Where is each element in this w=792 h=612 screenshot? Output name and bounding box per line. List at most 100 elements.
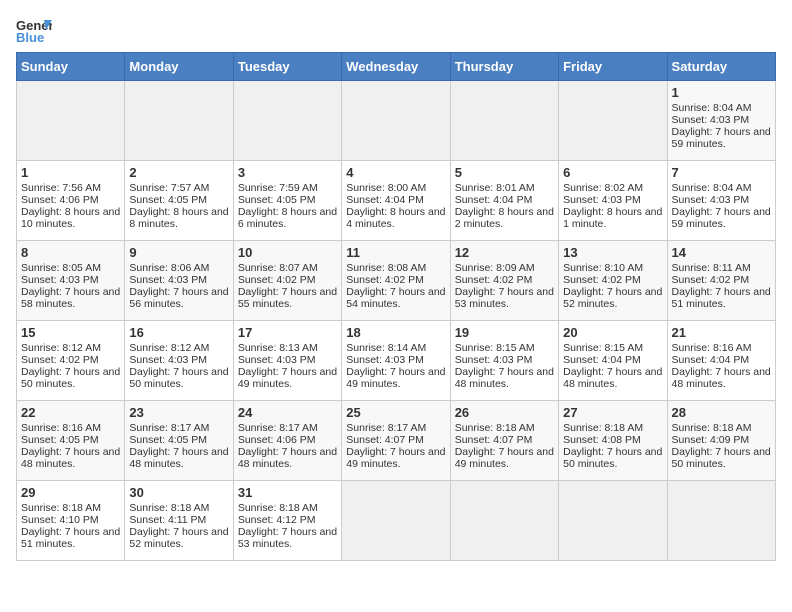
sunrise-text: Sunrise: 8:15 AM	[563, 342, 662, 354]
sunrise-text: Sunrise: 8:17 AM	[129, 422, 228, 434]
calendar-day-cell: 18Sunrise: 8:14 AMSunset: 4:03 PMDayligh…	[342, 321, 450, 401]
day-number: 1	[672, 85, 771, 100]
sunrise-text: Sunrise: 8:17 AM	[238, 422, 337, 434]
day-number: 12	[455, 245, 554, 260]
day-of-week-header: Wednesday	[342, 53, 450, 81]
daylight-text: Daylight: 8 hours and 4 minutes.	[346, 206, 445, 230]
calendar-day-cell: 26Sunrise: 8:18 AMSunset: 4:07 PMDayligh…	[450, 401, 558, 481]
day-of-week-header: Saturday	[667, 53, 775, 81]
sunrise-text: Sunrise: 8:11 AM	[672, 262, 771, 274]
sunset-text: Sunset: 4:10 PM	[21, 514, 120, 526]
calendar-day-cell: 3Sunrise: 7:59 AMSunset: 4:05 PMDaylight…	[233, 161, 341, 241]
calendar-body: 1Sunrise: 8:04 AMSunset: 4:03 PMDaylight…	[17, 81, 776, 561]
sunrise-text: Sunrise: 8:15 AM	[455, 342, 554, 354]
day-number: 2	[129, 165, 228, 180]
calendar-day-cell: 1Sunrise: 7:56 AMSunset: 4:06 PMDaylight…	[17, 161, 125, 241]
sunrise-text: Sunrise: 8:08 AM	[346, 262, 445, 274]
calendar-day-cell: 21Sunrise: 8:16 AMSunset: 4:04 PMDayligh…	[667, 321, 775, 401]
calendar-day-cell: 19Sunrise: 8:15 AMSunset: 4:03 PMDayligh…	[450, 321, 558, 401]
calendar-day-cell: 5Sunrise: 8:01 AMSunset: 4:04 PMDaylight…	[450, 161, 558, 241]
calendar-day-cell: 6 Sunrise: 8:02 AMSunset: 4:03 PMDaylight…	[559, 161, 667, 241]
sunset-text: Sunset: 4:05 PM	[129, 194, 228, 206]
calendar-day-cell: 29Sunrise: 8:18 AMSunset: 4:10 PMDayligh…	[17, 481, 125, 561]
day-number: 21	[672, 325, 771, 340]
sunset-text: Sunset: 4:03 PM	[563, 194, 662, 206]
sunset-text: Sunset: 4:04 PM	[455, 194, 554, 206]
calendar-week-row: 1Sunrise: 8:04 AMSunset: 4:03 PMDaylight…	[17, 81, 776, 161]
calendar-table: SundayMondayTuesdayWednesdayThursdayFrid…	[16, 52, 776, 561]
sunrise-text: Sunrise: 8:13 AM	[238, 342, 337, 354]
sunset-text: Sunset: 4:02 PM	[563, 274, 662, 286]
calendar-day-cell: 11Sunrise: 8:08 AMSunset: 4:02 PMDayligh…	[342, 241, 450, 321]
daylight-text: Daylight: 8 hours and 8 minutes.	[129, 206, 228, 230]
calendar-day-cell: 20Sunrise: 8:15 AMSunset: 4:04 PMDayligh…	[559, 321, 667, 401]
sunrise-text: Sunrise: 8:17 AM	[346, 422, 445, 434]
calendar-day-cell	[233, 81, 341, 161]
sunset-text: Sunset: 4:02 PM	[346, 274, 445, 286]
sunset-text: Sunset: 4:03 PM	[672, 194, 771, 206]
daylight-text: Daylight: 8 hours and 1 minute.	[563, 206, 662, 230]
sunrise-text: Sunrise: 8:12 AM	[21, 342, 120, 354]
daylight-text: Daylight: 7 hours and 48 minutes.	[129, 446, 228, 470]
sunrise-text: Sunrise: 8:04 AM	[672, 182, 771, 194]
calendar-day-cell: 25Sunrise: 8:17 AMSunset: 4:07 PMDayligh…	[342, 401, 450, 481]
sunrise-text: Sunrise: 8:06 AM	[129, 262, 228, 274]
calendar-day-cell: 9 Sunrise: 8:06 AMSunset: 4:03 PMDaylight…	[125, 241, 233, 321]
sunset-text: Sunset: 4:03 PM	[238, 354, 337, 366]
sunset-text: Sunset: 4:02 PM	[21, 354, 120, 366]
day-number: 1	[21, 165, 120, 180]
day-of-week-header: Friday	[559, 53, 667, 81]
calendar-day-cell	[342, 481, 450, 561]
sunrise-text: Sunrise: 8:02 AM	[563, 182, 662, 194]
calendar-day-cell: 2Sunrise: 7:57 AMSunset: 4:05 PMDaylight…	[125, 161, 233, 241]
sunset-text: Sunset: 4:03 PM	[455, 354, 554, 366]
calendar-day-cell: 7Sunrise: 8:04 AMSunset: 4:03 PMDaylight…	[667, 161, 775, 241]
calendar-day-cell	[559, 481, 667, 561]
day-number: 15	[21, 325, 120, 340]
sunset-text: Sunset: 4:02 PM	[455, 274, 554, 286]
calendar-week-row: 29Sunrise: 8:18 AMSunset: 4:10 PMDayligh…	[17, 481, 776, 561]
sunrise-text: Sunrise: 8:09 AM	[455, 262, 554, 274]
calendar-day-cell: 27Sunrise: 8:18 AMSunset: 4:08 PMDayligh…	[559, 401, 667, 481]
sunrise-text: Sunrise: 8:18 AM	[672, 422, 771, 434]
calendar-day-cell	[125, 81, 233, 161]
calendar-day-cell	[450, 481, 558, 561]
sunrise-text: Sunrise: 8:00 AM	[346, 182, 445, 194]
sunset-text: Sunset: 4:02 PM	[238, 274, 337, 286]
calendar-header-row: SundayMondayTuesdayWednesdayThursdayFrid…	[17, 53, 776, 81]
day-number: 4	[346, 165, 445, 180]
daylight-text: Daylight: 7 hours and 54 minutes.	[346, 286, 445, 310]
daylight-text: Daylight: 7 hours and 48 minutes.	[238, 446, 337, 470]
logo: General Blue	[16, 16, 52, 44]
sunset-text: Sunset: 4:05 PM	[129, 434, 228, 446]
sunset-text: Sunset: 4:04 PM	[346, 194, 445, 206]
calendar-day-cell: 15 Sunrise: 8:12 AMSunset: 4:02 PMDayligh…	[17, 321, 125, 401]
calendar-day-cell	[559, 81, 667, 161]
calendar-day-cell: 10Sunrise: 8:07 AMSunset: 4:02 PMDayligh…	[233, 241, 341, 321]
calendar-day-cell: 31Sunrise: 8:18 AMSunset: 4:12 PMDayligh…	[233, 481, 341, 561]
sunset-text: Sunset: 4:04 PM	[563, 354, 662, 366]
sunset-text: Sunset: 4:03 PM	[21, 274, 120, 286]
daylight-text: Daylight: 7 hours and 49 minutes.	[346, 366, 445, 390]
daylight-text: Daylight: 7 hours and 50 minutes.	[21, 366, 120, 390]
calendar-day-cell	[342, 81, 450, 161]
sunset-text: Sunset: 4:11 PM	[129, 514, 228, 526]
sunrise-text: Sunrise: 8:07 AM	[238, 262, 337, 274]
day-number: 9	[129, 245, 228, 260]
sunrise-text: Sunrise: 8:05 AM	[21, 262, 120, 274]
day-of-week-header: Thursday	[450, 53, 558, 81]
calendar-day-cell: 30Sunrise: 8:18 AMSunset: 4:11 PMDayligh…	[125, 481, 233, 561]
daylight-text: Daylight: 8 hours and 10 minutes.	[21, 206, 120, 230]
calendar-day-cell: 22Sunrise: 8:16 AMSunset: 4:05 PMDayligh…	[17, 401, 125, 481]
sunset-text: Sunset: 4:03 PM	[129, 274, 228, 286]
calendar-day-cell: 1Sunrise: 8:04 AMSunset: 4:03 PMDaylight…	[667, 81, 775, 161]
day-number: 31	[238, 485, 337, 500]
sunset-text: Sunset: 4:03 PM	[129, 354, 228, 366]
calendar-day-cell: 4 Sunrise: 8:00 AMSunset: 4:04 PMDaylight…	[342, 161, 450, 241]
day-number: 6	[563, 165, 662, 180]
day-number: 29	[21, 485, 120, 500]
calendar-day-cell: 14Sunrise: 8:11 AMSunset: 4:02 PMDayligh…	[667, 241, 775, 321]
daylight-text: Daylight: 7 hours and 51 minutes.	[21, 526, 120, 550]
daylight-text: Daylight: 7 hours and 48 minutes.	[21, 446, 120, 470]
daylight-text: Daylight: 7 hours and 56 minutes.	[129, 286, 228, 310]
